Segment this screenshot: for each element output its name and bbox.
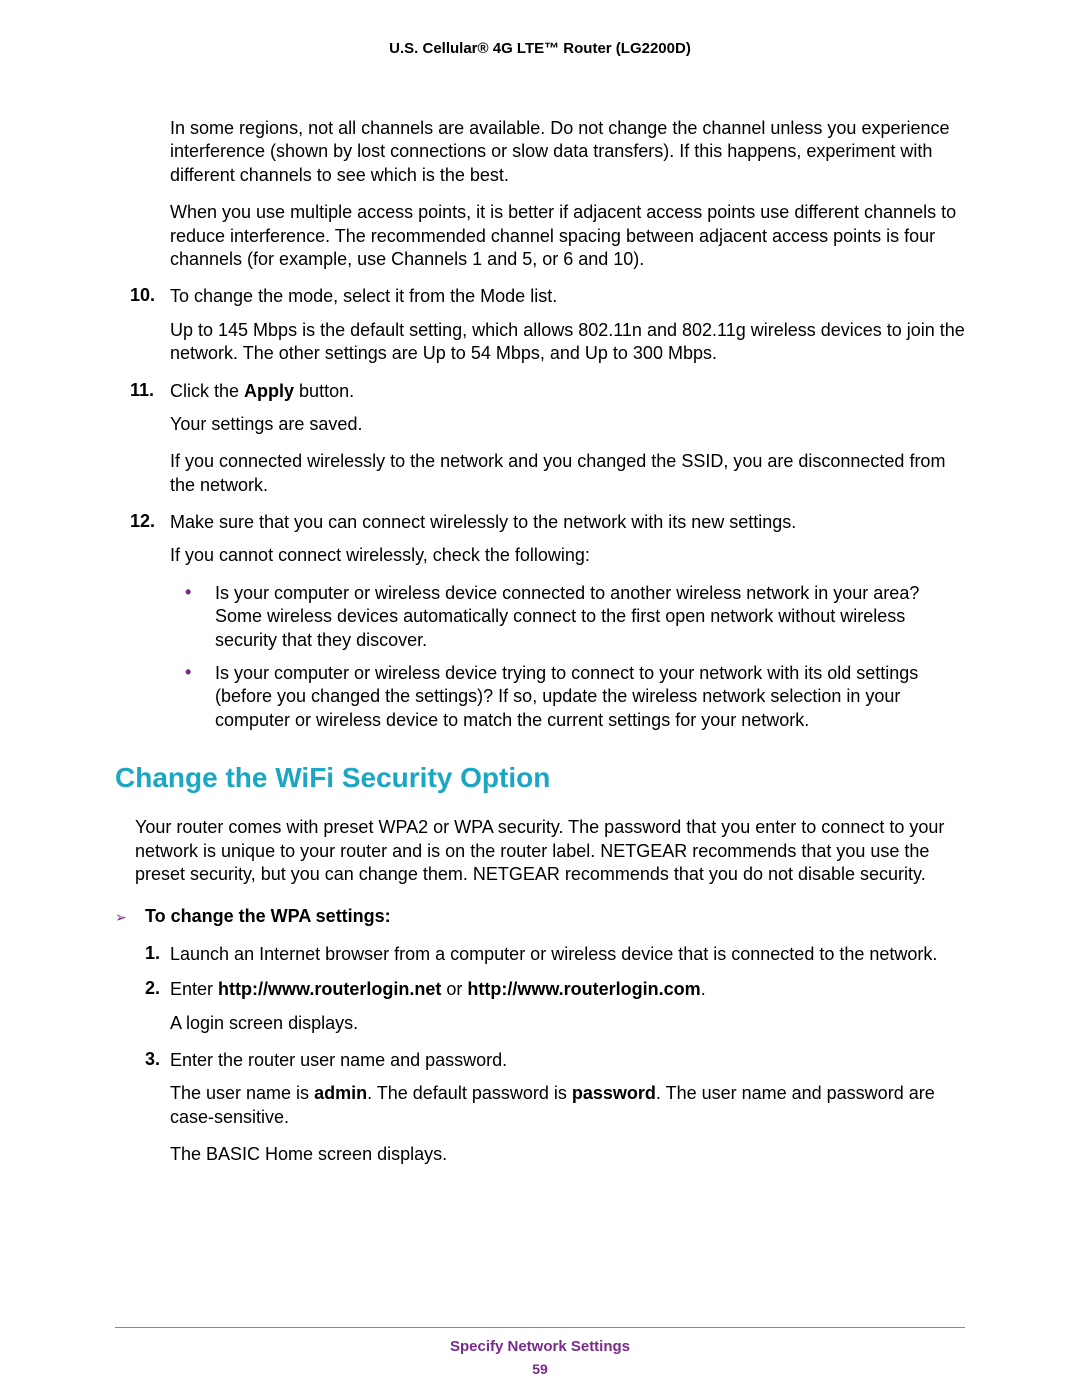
- text: Click the: [170, 381, 244, 401]
- step-2: 2. Enter http://www.routerlogin.net or h…: [145, 978, 965, 1001]
- text: Enter: [170, 979, 218, 999]
- step-number: 1.: [145, 943, 170, 966]
- step-number: 2.: [145, 978, 170, 1001]
- bold-text: http://www.routerlogin.com: [467, 979, 700, 999]
- triangle-icon: ➢: [115, 906, 145, 928]
- step-11: 11. Click the Apply button.: [115, 380, 965, 403]
- text: . The default password is: [367, 1083, 572, 1103]
- step-number: 10.: [115, 285, 170, 308]
- text: or: [441, 979, 467, 999]
- step-text: Make sure that you can connect wirelessl…: [170, 511, 965, 534]
- step-text: Enter the router user name and password.: [170, 1049, 965, 1072]
- bold-text: admin: [314, 1083, 367, 1103]
- step-sub: Your settings are saved.: [170, 413, 965, 436]
- procedure-heading: ➢ To change the WPA settings:: [115, 906, 965, 928]
- bullet-text: Is your computer or wireless device tryi…: [215, 662, 965, 732]
- step-sub: The BASIC Home screen displays.: [170, 1143, 965, 1166]
- step-sub: A login screen displays.: [170, 1012, 965, 1035]
- step-sub: If you cannot connect wirelessly, check …: [170, 544, 965, 567]
- text: The user name is: [170, 1083, 314, 1103]
- step-sub: If you connected wirelessly to the netwo…: [170, 450, 965, 497]
- text: .: [701, 979, 706, 999]
- paragraph: Your router comes with preset WPA2 or WP…: [135, 816, 965, 886]
- procedure-title: To change the WPA settings:: [145, 906, 391, 927]
- step-sub: The user name is admin. The default pass…: [170, 1082, 965, 1129]
- bullet-icon: •: [185, 582, 215, 652]
- footer-divider: [115, 1327, 965, 1328]
- paragraph: In some regions, not all channels are av…: [170, 117, 965, 187]
- footer-page-number: 59: [115, 1361, 965, 1377]
- step-sub: Up to 145 Mbps is the default setting, w…: [170, 319, 965, 366]
- step-number: 12.: [115, 511, 170, 534]
- step-text: Launch an Internet browser from a comput…: [170, 943, 965, 966]
- step-10: 10. To change the mode, select it from t…: [115, 285, 965, 308]
- page-footer: Specify Network Settings 59: [115, 1327, 965, 1377]
- bullet-item: • Is your computer or wireless device co…: [185, 582, 965, 652]
- document-page: U.S. Cellular® 4G LTE™ Router (LG2200D) …: [0, 0, 1080, 1397]
- bold-text: http://www.routerlogin.net: [218, 979, 441, 999]
- step-12: 12. Make sure that you can connect wirel…: [115, 511, 965, 534]
- step-number: 3.: [145, 1049, 170, 1072]
- section-heading: Change the WiFi Security Option: [115, 762, 965, 794]
- footer-section-title: Specify Network Settings: [115, 1338, 965, 1355]
- step-text: To change the mode, select it from the M…: [170, 285, 965, 308]
- step-text: Click the Apply button.: [170, 380, 965, 403]
- bullet-text: Is your computer or wireless device conn…: [215, 582, 965, 652]
- page-header: U.S. Cellular® 4G LTE™ Router (LG2200D): [115, 40, 965, 57]
- bold-text: Apply: [244, 381, 294, 401]
- step-1: 1. Launch an Internet browser from a com…: [145, 943, 965, 966]
- text: button.: [294, 381, 354, 401]
- step-3: 3. Enter the router user name and passwo…: [145, 1049, 965, 1072]
- bullet-item: • Is your computer or wireless device tr…: [185, 662, 965, 732]
- bullet-icon: •: [185, 662, 215, 732]
- step-text: Enter http://www.routerlogin.net or http…: [170, 978, 965, 1001]
- bold-text: password: [572, 1083, 656, 1103]
- step-number: 11.: [115, 380, 170, 403]
- paragraph: When you use multiple access points, it …: [170, 201, 965, 271]
